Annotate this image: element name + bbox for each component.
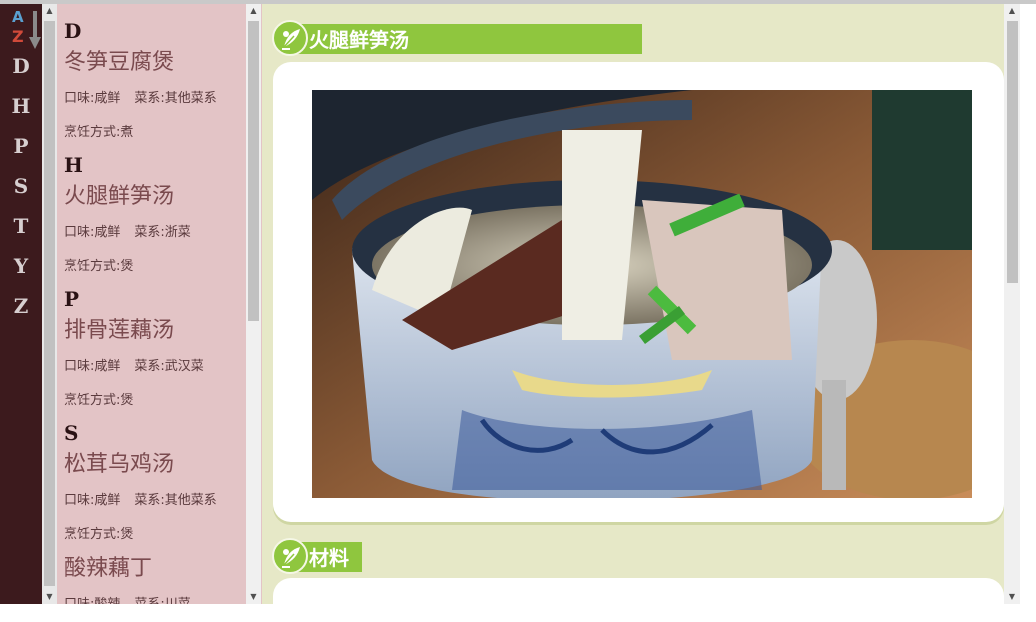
sort-arrow-icon — [29, 11, 41, 49]
scroll-up-arrow-icon[interactable]: ▲ — [246, 4, 261, 18]
index-letter-d[interactable]: D — [0, 54, 42, 94]
index-letter-p[interactable]: P — [0, 134, 42, 174]
scrollbar-thumb[interactable] — [1007, 21, 1018, 283]
recipe-taste: 口味:咸鲜 — [64, 359, 121, 374]
scroll-down-arrow-icon[interactable]: ▼ — [246, 590, 261, 604]
group-letter: P — [64, 287, 80, 311]
recipe-cuisine: 菜系:武汉菜 — [134, 359, 204, 374]
index-letter-z[interactable]: Z — [0, 294, 42, 334]
recipe-detail-panel: 火腿鲜笋汤 材料 — [262, 4, 1004, 604]
index-letter-y[interactable]: Y — [0, 254, 42, 294]
recipe-photo-card — [273, 62, 1004, 522]
scroll-down-arrow-icon[interactable]: ▼ — [1004, 590, 1020, 604]
recipe-name-link[interactable]: 冬笋豆腐煲 — [64, 46, 246, 82]
window-bottom-strip — [0, 604, 1036, 620]
scroll-up-arrow-icon[interactable]: ▲ — [42, 4, 57, 18]
recipe-cuisine: 菜系:其他菜系 — [134, 91, 217, 106]
materials-header: 材料 — [272, 538, 362, 574]
recipe-cooking-method: 烹饪方式:煲 — [64, 259, 134, 274]
recipe-cuisine: 菜系:其他菜系 — [134, 493, 217, 508]
index-letter-s[interactable]: S — [0, 174, 42, 214]
alphabet-index-rail: A Z DHPSTYZ — [0, 4, 42, 604]
recipe-meta-row: 口味:咸鲜 菜系:浙菜 — [64, 216, 246, 250]
recipe-photo — [312, 90, 972, 498]
group-letter: S — [64, 421, 79, 445]
alphabet-letter-list: DHPSTYZ — [0, 54, 42, 334]
scroll-down-arrow-icon[interactable]: ▼ — [42, 590, 57, 604]
recipe-cooking-method: 烹饪方式:煮 — [64, 125, 134, 140]
recipe-name-link[interactable]: 松茸乌鸡汤 — [64, 448, 246, 484]
recipe-list: D 冬笋豆腐煲 口味:咸鲜 菜系:其他菜系 烹饪方式:煮 H 火腿鲜笋汤 口味:咸鲜 菜系:浙菜… — [64, 16, 246, 622]
recipe-cooking-method: 烹饪方式:煲 — [64, 527, 134, 542]
leaf-icon — [272, 20, 308, 56]
leaf-icon — [272, 538, 308, 574]
recipe-meta-row: 口味:咸鲜 菜系:其他菜系 — [64, 484, 246, 518]
soup-photo-image — [312, 90, 972, 498]
recipe-title: 火腿鲜笋汤 — [309, 28, 409, 52]
az-logo-z: Z — [12, 27, 24, 46]
recipe-meta-row: 口味:咸鲜 菜系:其他菜系 — [64, 82, 246, 116]
recipe-cooking-method: 烹饪方式:煲 — [64, 393, 134, 408]
index-letter-t[interactable]: T — [0, 214, 42, 254]
materials-heading: 材料 — [309, 546, 349, 570]
recipe-title-header: 火腿鲜笋汤 — [272, 20, 642, 56]
recipe-name-link[interactable]: 酸辣藕丁 — [64, 552, 246, 588]
scroll-up-arrow-icon[interactable]: ▲ — [1004, 4, 1020, 18]
recipe-name-link[interactable]: 排骨莲藕汤 — [64, 314, 246, 350]
recipe-taste: 口味:咸鲜 — [64, 91, 121, 106]
az-sort-icon[interactable]: A Z — [9, 8, 41, 50]
recipe-name-link[interactable]: 火腿鲜笋汤 — [64, 180, 246, 216]
group-letter: D — [64, 19, 82, 43]
az-logo-a: A — [12, 8, 24, 26]
list-scrollbar-right[interactable]: ▲ ▼ — [246, 4, 261, 604]
scrollbar-thumb[interactable] — [44, 21, 55, 586]
index-letter-h[interactable]: H — [0, 94, 42, 134]
list-scrollbar-left[interactable]: ▲ ▼ — [42, 4, 57, 604]
recipe-cuisine: 菜系:浙菜 — [134, 225, 191, 240]
scrollbar-thumb[interactable] — [248, 21, 259, 321]
recipe-meta-row: 口味:咸鲜 菜系:武汉菜 — [64, 350, 246, 384]
group-letter: H — [64, 153, 83, 177]
main-scrollbar[interactable]: ▲ ▼ — [1004, 4, 1020, 604]
recipe-taste: 口味:咸鲜 — [64, 493, 121, 508]
recipe-taste: 口味:咸鲜 — [64, 225, 121, 240]
materials-card — [273, 578, 1004, 604]
